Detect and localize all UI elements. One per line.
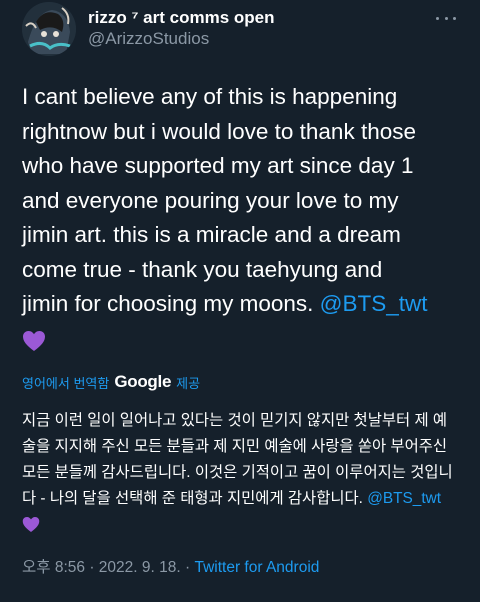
tweet-header: rizzo ⁷ art comms open @ArizzoStudios — [22, 0, 462, 60]
tweet-text: I cant believe any of this is happening … — [22, 84, 416, 316]
mention-link[interactable]: @BTS_twt — [320, 291, 428, 316]
tweet-time[interactable]: 오후 8:56 — [22, 559, 85, 576]
tweet-metadata: 오후 8:56 · 2022. 9. 18. · Twitter for And… — [22, 555, 319, 577]
meta-separator: · — [184, 559, 191, 576]
purple-heart-icon — [22, 328, 46, 363]
display-name[interactable]: rizzo ⁷ art comms open — [88, 8, 275, 28]
more-options-icon[interactable] — [436, 8, 456, 28]
translation-provider-suffix: 제공 — [176, 375, 201, 391]
purple-heart-icon — [22, 517, 40, 537]
user-handle[interactable]: @ArizzoStudios — [88, 28, 275, 50]
avatar[interactable] — [22, 2, 76, 56]
translated-mention-link[interactable]: @BTS_twt — [367, 490, 441, 507]
tweet-date[interactable]: 2022. 9. 18. — [99, 559, 181, 576]
tweet-body: I cant believe any of this is happening … — [22, 80, 470, 362]
translation-label: 영어에서 번역함 — [22, 375, 110, 391]
meta-separator: · — [89, 559, 95, 576]
translated-text-block: 지금 이런 일이 일어나고 있다는 것이 믿기지 않지만 첫날부터 제 예 술을… — [22, 408, 458, 542]
translation-attribution[interactable]: 영어에서 번역함 Google 제공 — [22, 372, 200, 392]
tweet-source-link[interactable]: Twitter for Android — [194, 559, 319, 576]
google-logo: Google — [114, 372, 172, 391]
